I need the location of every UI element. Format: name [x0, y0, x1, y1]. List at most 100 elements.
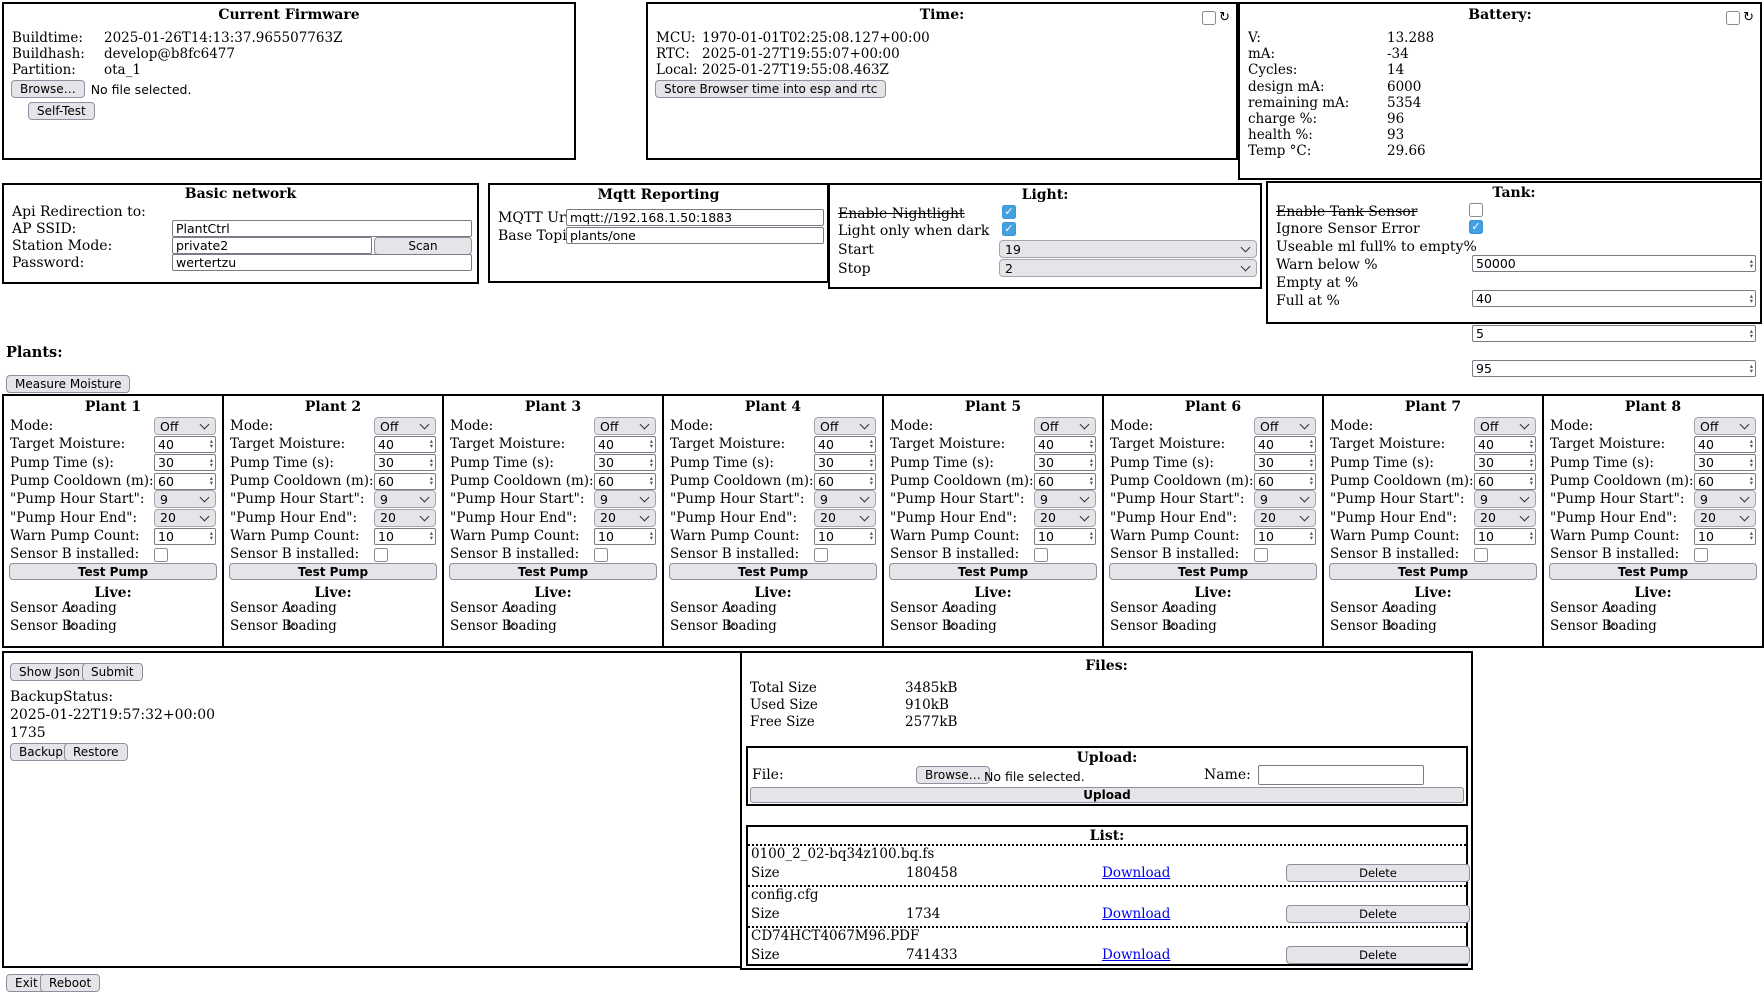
spinner-icon[interactable]: ▴▾ [1750, 528, 1753, 545]
spinner-icon[interactable]: ▴▾ [1090, 528, 1093, 545]
spinner-icon[interactable]: ▴▾ [430, 436, 433, 453]
pump-cooldown-input[interactable]: ▴▾ [814, 473, 876, 490]
pump-hour-start-select[interactable]: 9 [814, 490, 876, 508]
pump-hour-start-select[interactable]: 9 [1254, 490, 1316, 508]
spinner-icon[interactable]: ▴▾ [870, 528, 873, 545]
warn-pump-count-input[interactable]: ▴▾ [374, 528, 436, 545]
delete-button[interactable]: Delete [1286, 864, 1470, 882]
warn-pump-count-input[interactable]: ▴▾ [1694, 528, 1756, 545]
upload-button[interactable]: Upload [750, 787, 1464, 803]
spinner-icon[interactable]: ▴▾ [870, 473, 873, 490]
self-test-button[interactable]: Self-Test [28, 102, 95, 120]
spinner-icon[interactable]: ▴▾ [430, 473, 433, 490]
base-topic-input[interactable] [566, 227, 824, 244]
pump-hour-start-select[interactable]: 9 [1474, 490, 1536, 508]
light-start-select[interactable]: 19 [999, 240, 1257, 258]
pump-cooldown-input[interactable]: ▴▾ [1694, 473, 1756, 490]
tank-empty-input[interactable]: ▴▾ [1472, 325, 1756, 342]
mode-select[interactable]: Off [1474, 417, 1536, 435]
pump-hour-end-select[interactable]: 20 [1694, 509, 1756, 527]
pump-time-input[interactable]: ▴▾ [154, 454, 216, 471]
pump-cooldown-input[interactable]: ▴▾ [154, 473, 216, 490]
tank-full-input[interactable]: ▴▾ [1472, 360, 1756, 377]
submit-button[interactable]: Submit [82, 663, 143, 681]
pump-hour-start-select[interactable]: 9 [154, 490, 216, 508]
test-pump-button[interactable]: Test Pump [889, 563, 1097, 580]
target-moisture-input[interactable]: ▴▾ [814, 436, 876, 453]
measure-moisture-button[interactable]: Measure Moisture [6, 375, 130, 393]
target-moisture-input[interactable]: ▴▾ [1474, 436, 1536, 453]
download-link[interactable]: Download [1102, 865, 1170, 881]
sensor-b-installed-checkbox[interactable] [1474, 548, 1488, 562]
pump-time-input[interactable]: ▴▾ [1254, 454, 1316, 471]
spinner-icon[interactable]: ▴▾ [1310, 473, 1313, 490]
warn-pump-count-input[interactable]: ▴▾ [814, 528, 876, 545]
spinner-icon[interactable]: ▴▾ [1530, 528, 1533, 545]
mode-select[interactable]: Off [1034, 417, 1096, 435]
spinner-icon[interactable]: ▴▾ [430, 454, 433, 471]
warn-pump-count-input[interactable]: ▴▾ [1034, 528, 1096, 545]
sensor-b-installed-checkbox[interactable] [594, 548, 608, 562]
upload-browse-button[interactable]: Browse… [916, 766, 990, 784]
pump-cooldown-input[interactable]: ▴▾ [1474, 473, 1536, 490]
sensor-b-installed-checkbox[interactable] [1694, 548, 1708, 562]
pump-hour-start-select[interactable]: 9 [374, 490, 436, 508]
mode-select[interactable]: Off [374, 417, 436, 435]
reboot-button[interactable]: Reboot [40, 974, 100, 992]
test-pump-button[interactable]: Test Pump [449, 563, 657, 580]
light-only-dark-checkbox[interactable] [1002, 222, 1016, 236]
warn-pump-count-input[interactable]: ▴▾ [1474, 528, 1536, 545]
sensor-b-installed-checkbox[interactable] [1254, 548, 1268, 562]
download-link[interactable]: Download [1102, 947, 1170, 963]
mode-select[interactable]: Off [1254, 417, 1316, 435]
spinner-icon[interactable]: ▴▾ [650, 473, 653, 490]
spinner-icon[interactable]: ▴▾ [1090, 436, 1093, 453]
target-moisture-input[interactable]: ▴▾ [374, 436, 436, 453]
spinner-icon[interactable]: ▴▾ [650, 436, 653, 453]
sensor-b-installed-checkbox[interactable] [374, 548, 388, 562]
spinner-icon[interactable]: ▴▾ [1750, 454, 1753, 471]
firmware-browse-button[interactable]: Browse… [11, 80, 85, 98]
spinner-icon[interactable]: ▴▾ [650, 454, 653, 471]
spinner-icon[interactable]: ▴▾ [650, 528, 653, 545]
restore-button[interactable]: Restore [64, 743, 128, 761]
warn-pump-count-input[interactable]: ▴▾ [154, 528, 216, 545]
delete-button[interactable]: Delete [1286, 905, 1470, 923]
test-pump-button[interactable]: Test Pump [1109, 563, 1317, 580]
spinner-icon[interactable]: ▴▾ [1310, 454, 1313, 471]
mode-select[interactable]: Off [154, 417, 216, 435]
spinner-icon[interactable]: ▴▾ [870, 454, 873, 471]
pump-time-input[interactable]: ▴▾ [1474, 454, 1536, 471]
time-refresh-checkbox[interactable] [1202, 11, 1216, 25]
store-time-button[interactable]: Store Browser time into esp and rtc [655, 80, 886, 98]
spinner-icon[interactable]: ▴▾ [1310, 436, 1313, 453]
pump-hour-start-select[interactable]: 9 [594, 490, 656, 508]
pump-hour-end-select[interactable]: 20 [154, 509, 216, 527]
station-mode-input[interactable] [172, 237, 372, 254]
battery-refresh-checkbox[interactable] [1726, 11, 1740, 25]
enable-nightlight-checkbox[interactable] [1002, 205, 1016, 219]
refresh-icon[interactable]: ↻ [1219, 11, 1230, 25]
backup-button[interactable]: Backup [10, 743, 72, 761]
pump-cooldown-input[interactable]: ▴▾ [594, 473, 656, 490]
target-moisture-input[interactable]: ▴▾ [1694, 436, 1756, 453]
test-pump-button[interactable]: Test Pump [1549, 563, 1757, 580]
tank-warn-input[interactable]: ▴▾ [1472, 290, 1756, 307]
spinner-icon[interactable]: ▴▾ [1750, 436, 1753, 453]
spinner-icon[interactable]: ▴▾ [1530, 454, 1533, 471]
pump-cooldown-input[interactable]: ▴▾ [1034, 473, 1096, 490]
ignore-sensor-error-checkbox[interactable] [1469, 220, 1483, 234]
pump-cooldown-input[interactable]: ▴▾ [1254, 473, 1316, 490]
sensor-b-installed-checkbox[interactable] [814, 548, 828, 562]
test-pump-button[interactable]: Test Pump [1329, 563, 1537, 580]
pump-hour-start-select[interactable]: 9 [1034, 490, 1096, 508]
spinner-icon[interactable]: ▴▾ [1750, 325, 1753, 342]
spinner-icon[interactable]: ▴▾ [1530, 473, 1533, 490]
refresh-icon[interactable]: ↻ [1743, 11, 1754, 25]
scan-button[interactable]: Scan [374, 237, 472, 255]
show-json-button[interactable]: Show Json [10, 663, 89, 681]
target-moisture-input[interactable]: ▴▾ [594, 436, 656, 453]
spinner-icon[interactable]: ▴▾ [1530, 436, 1533, 453]
pump-hour-end-select[interactable]: 20 [1474, 509, 1536, 527]
warn-pump-count-input[interactable]: ▴▾ [1254, 528, 1316, 545]
